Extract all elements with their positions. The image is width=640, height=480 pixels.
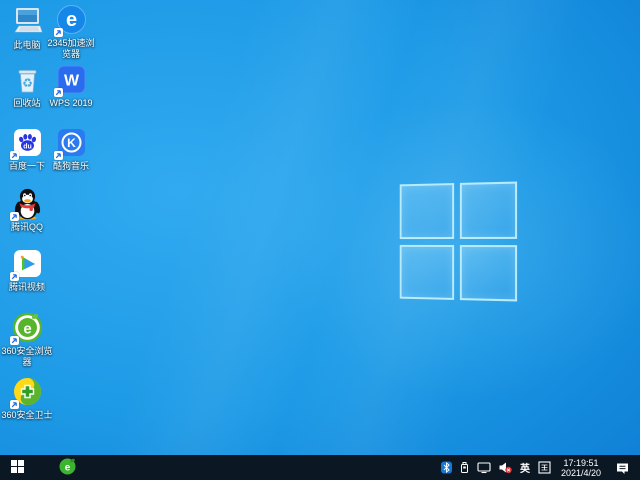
logo-pane bbox=[459, 244, 518, 302]
desktop-icon-2345-browser[interactable]: e 2345加速浏览器 bbox=[44, 4, 98, 60]
display-network-icon[interactable] bbox=[477, 455, 491, 480]
desktop-icon-360-safety[interactable]: 360安全卫士 bbox=[0, 376, 54, 421]
logo-pane bbox=[399, 244, 455, 300]
desktop-icon-kugou-music[interactable]: K 酷狗音乐 bbox=[44, 127, 98, 172]
windows-logo-icon bbox=[10, 459, 24, 476]
shortcut-arrow-icon bbox=[9, 212, 19, 221]
svg-text:e: e bbox=[23, 321, 31, 338]
svg-text:♻: ♻ bbox=[22, 76, 33, 90]
clock-time: 17:19:51 bbox=[563, 457, 599, 468]
desktop-icon-tencent-qq[interactable]: 腾讯QQ bbox=[0, 188, 54, 233]
start-button[interactable] bbox=[0, 455, 34, 480]
green-cross-icon bbox=[9, 376, 43, 409]
shortcut-arrow-icon bbox=[9, 272, 19, 281]
qq-penguin-icon bbox=[9, 188, 43, 221]
icon-label: 腾讯视频 bbox=[8, 282, 45, 292]
svg-text:e: e bbox=[64, 462, 70, 473]
icon-label: 百度一下 bbox=[8, 161, 45, 171]
logo-pane bbox=[459, 181, 518, 239]
2345-browser-icon: e bbox=[53, 4, 87, 37]
svg-text:du: du bbox=[23, 144, 32, 151]
icon-label: WPS 2019 bbox=[49, 98, 93, 108]
baidu-paw-icon: du bbox=[9, 127, 43, 160]
desktop-icon-tencent-video[interactable]: 腾讯视频 bbox=[0, 248, 54, 293]
green-e-icon: e bbox=[9, 312, 43, 345]
svg-text:K: K bbox=[67, 136, 76, 150]
shortcut-arrow-icon bbox=[9, 336, 19, 345]
desktop-icon-360-browser[interactable]: e 360安全浏览器 bbox=[0, 312, 54, 368]
shortcut-arrow-icon bbox=[9, 400, 19, 409]
desktop: 此电脑 e 2345加速浏览器 ♻ 回收站 W WPS 2019 du 百度一下… bbox=[0, 0, 640, 455]
icon-label: 回收站 bbox=[13, 98, 41, 108]
ime-pad-icon[interactable] bbox=[538, 455, 551, 480]
icon-label: 此电脑 bbox=[13, 40, 41, 50]
kugou-k-icon: K bbox=[53, 127, 87, 160]
shortcut-arrow-icon bbox=[53, 28, 63, 37]
action-center-icon[interactable] bbox=[611, 455, 636, 480]
recycle-bin-icon: ♻ bbox=[12, 64, 43, 95]
svg-text:W: W bbox=[63, 73, 79, 90]
taskbar-item-360-browser[interactable]: e bbox=[52, 455, 82, 480]
bluetooth-icon[interactable] bbox=[440, 455, 452, 480]
wps-icon: W bbox=[53, 64, 87, 97]
shortcut-arrow-icon bbox=[53, 151, 63, 160]
green-e-icon: e bbox=[59, 458, 76, 478]
desktop-icon-wps-2019[interactable]: W WPS 2019 bbox=[44, 64, 98, 109]
taskbar-clock[interactable]: 17:19:51 2021/4/20 bbox=[558, 458, 604, 478]
svg-text:e: e bbox=[65, 9, 76, 31]
ime-language-indicator[interactable]: 英 bbox=[519, 455, 531, 480]
icon-label: 360安全浏览器 bbox=[1, 346, 53, 367]
icon-label: 360安全卫士 bbox=[1, 410, 53, 420]
icon-label: 酷狗音乐 bbox=[52, 161, 89, 171]
system-tray: 英 17:19:51 2021/4/20 bbox=[440, 455, 640, 480]
play-triangle-icon bbox=[9, 248, 43, 281]
icon-label: 2345加速浏览器 bbox=[47, 38, 95, 59]
windows-wallpaper-logo bbox=[399, 181, 518, 302]
volume-muted-icon[interactable] bbox=[498, 455, 512, 480]
icon-label: 腾讯QQ bbox=[10, 222, 43, 232]
logo-pane bbox=[399, 183, 455, 239]
shortcut-arrow-icon bbox=[53, 88, 63, 97]
taskbar: e 英 17:19:51 2021/4/20 bbox=[0, 455, 640, 480]
clock-date: 2021/4/20 bbox=[560, 467, 601, 478]
computer-icon bbox=[12, 6, 43, 37]
usb-device-icon[interactable] bbox=[459, 455, 470, 480]
shortcut-arrow-icon bbox=[9, 151, 19, 160]
